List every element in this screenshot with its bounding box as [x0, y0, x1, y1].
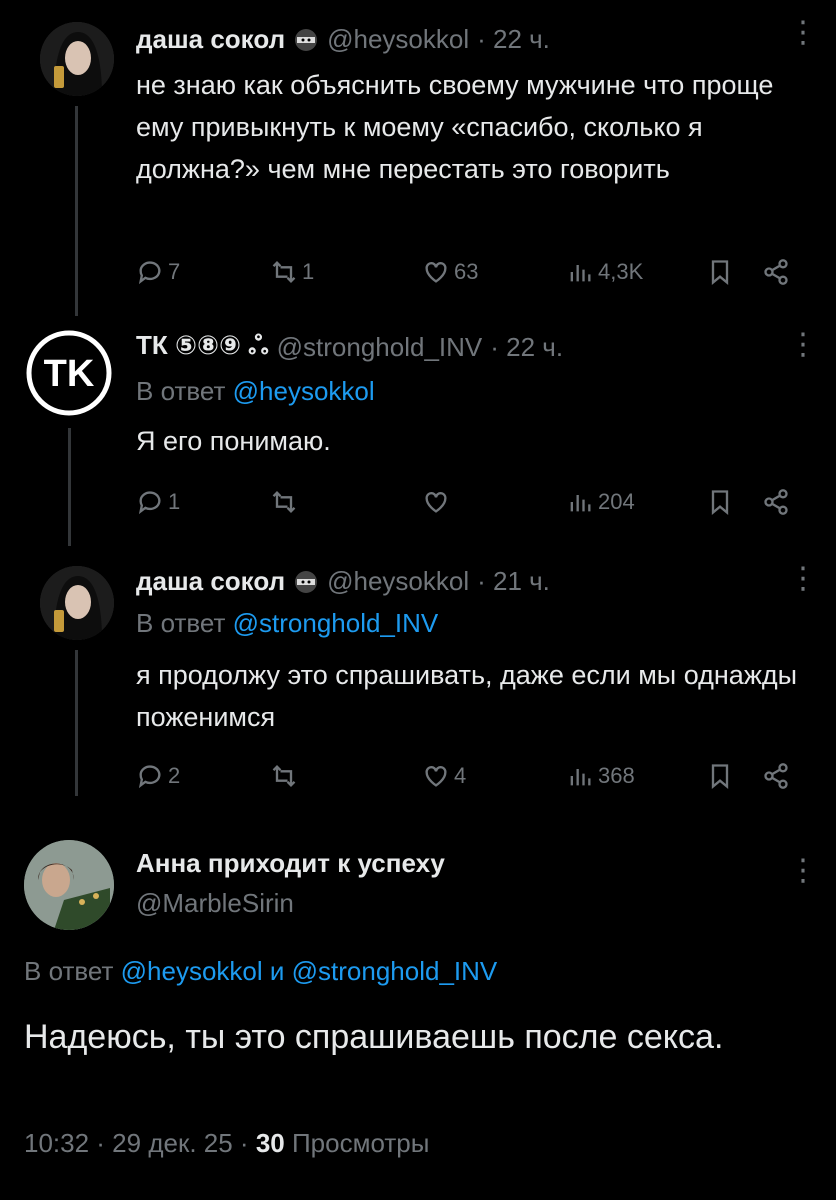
author-handle[interactable]: @heysokkol: [327, 24, 469, 55]
heart-icon: [425, 262, 447, 283]
reply-prefix: В ответ: [24, 956, 114, 986]
reply-count: 7: [168, 259, 181, 284]
views-icon: [570, 495, 591, 512]
share-icon: [764, 763, 788, 789]
tweet-text: я продолжу это спрашивать, даже если мы …: [136, 660, 798, 732]
avatar[interactable]: TK: [24, 328, 114, 418]
views-icon: [570, 265, 591, 282]
reply-context: В ответ @heysokkol: [136, 376, 375, 407]
author-name[interactable]: ТК ⑤⑧⑨ ஃ: [136, 330, 269, 364]
tweet-text: не знаю как объяснить своему мужчине что…: [136, 70, 774, 184]
bookmark-button[interactable]: [706, 484, 734, 520]
bookmark-icon: [711, 260, 729, 285]
reply-icon: [138, 491, 161, 515]
views-count: 30: [255, 1128, 285, 1158]
share-button[interactable]: [762, 484, 790, 520]
reply-button[interactable]: 7: [136, 254, 180, 290]
avatar[interactable]: [24, 840, 114, 930]
author-handle[interactable]: @MarbleSirin: [136, 888, 294, 919]
like-count: 63: [454, 259, 479, 284]
tweet-time[interactable]: · 21 ч.: [477, 566, 550, 597]
avatar-logo-text: TK: [44, 353, 95, 395]
reply-button[interactable]: 1: [136, 484, 180, 520]
views-count: 4,3K: [598, 259, 644, 284]
repost-icon: [272, 491, 296, 513]
reply-conjunction: и: [269, 956, 285, 986]
ninja-emoji-icon: [293, 27, 319, 53]
views-count: 204: [598, 489, 635, 514]
reply-mention-link[interactable]: @heysokkol: [121, 956, 263, 986]
like-count: 4: [454, 763, 467, 788]
heart-icon: [425, 492, 447, 513]
tweet-text: Я его понимаю.: [136, 426, 331, 456]
thread-line: [75, 650, 78, 796]
author-handle[interactable]: @heysokkol: [327, 566, 469, 597]
reply-prefix: В ответ: [136, 376, 226, 406]
share-button[interactable]: [762, 254, 790, 290]
views-button[interactable]: 368: [566, 758, 635, 794]
views-button[interactable]: 4,3K: [566, 254, 643, 290]
more-options-icon[interactable]: ⋮: [788, 856, 818, 886]
reply-context: В ответ @heysokkol и @stronghold_INV: [24, 956, 497, 987]
more-options-icon[interactable]: ⋮: [788, 330, 818, 360]
share-icon: [764, 259, 788, 285]
bookmark-icon: [711, 490, 729, 515]
bookmark-button[interactable]: [706, 254, 734, 290]
share-button[interactable]: [762, 758, 790, 794]
tweet-meta: 10:32 · 29 дек. 25 · 30 Просмотры: [24, 1128, 429, 1159]
thread-line: [68, 428, 71, 546]
repost-button[interactable]: [270, 484, 302, 520]
author-handle[interactable]: @stronghold_INV: [277, 332, 483, 363]
ninja-emoji-icon: [293, 569, 319, 595]
reply-button[interactable]: 2: [136, 758, 180, 794]
repost-icon: [272, 261, 296, 283]
reply-context: В ответ @stronghold_INV: [136, 608, 438, 639]
tweet-actions: 1 204: [136, 484, 816, 520]
tweet-actions: 7 1 63 4,3K: [136, 254, 816, 290]
reply-icon: [138, 765, 161, 789]
views-icon: [570, 769, 591, 786]
views-count: 368: [598, 763, 635, 788]
author-name[interactable]: даша сокол: [136, 566, 285, 597]
tweet-timestamp[interactable]: 10:32 · 29 дек. 25 ·: [24, 1128, 249, 1158]
tweet-actions: 2 4 368: [136, 758, 816, 794]
reply-count: 1: [168, 489, 181, 514]
tweet-header: даша сокол @heysokkol · 21 ч.: [136, 566, 550, 597]
reply-icon: [138, 261, 161, 285]
tweet-time[interactable]: · 22 ч.: [477, 24, 550, 55]
author-name[interactable]: даша сокол: [136, 24, 285, 55]
repost-button[interactable]: [270, 758, 302, 794]
repost-icon: [272, 765, 296, 787]
like-button[interactable]: 4: [422, 758, 466, 794]
tweet-text: Надеюсь, ты это спрашиваешь после секса.: [24, 1018, 724, 1056]
repost-count: 1: [302, 259, 315, 284]
views-button[interactable]: 204: [566, 484, 635, 520]
like-button[interactable]: [422, 484, 454, 520]
reply-count: 2: [168, 763, 181, 788]
views-label: Просмотры: [291, 1128, 430, 1158]
share-icon: [764, 489, 788, 515]
repost-button[interactable]: 1: [270, 254, 314, 290]
tweet-header: даша сокол @heysokkol · 22 ч.: [136, 24, 550, 55]
more-options-icon[interactable]: ⋮: [788, 18, 818, 48]
avatar[interactable]: [40, 566, 114, 640]
more-options-icon[interactable]: ⋮: [788, 564, 818, 594]
heart-icon: [425, 766, 447, 787]
reply-mention-link[interactable]: @heysokkol: [233, 376, 375, 406]
avatar[interactable]: [40, 22, 114, 96]
author-name[interactable]: Анна приходит к успеху: [136, 848, 445, 879]
bookmark-button[interactable]: [706, 758, 734, 794]
like-button[interactable]: 63: [422, 254, 478, 290]
thread-line: [75, 106, 78, 316]
reply-mention-link[interactable]: @stronghold_INV: [292, 956, 498, 986]
bookmark-icon: [711, 764, 729, 789]
tweet-header: ТК ⑤⑧⑨ ஃ @stronghold_INV · 22 ч.: [136, 330, 563, 364]
reply-mention-link[interactable]: @stronghold_INV: [233, 608, 439, 638]
tweet-time[interactable]: · 22 ч.: [490, 332, 563, 363]
reply-prefix: В ответ: [136, 608, 226, 638]
